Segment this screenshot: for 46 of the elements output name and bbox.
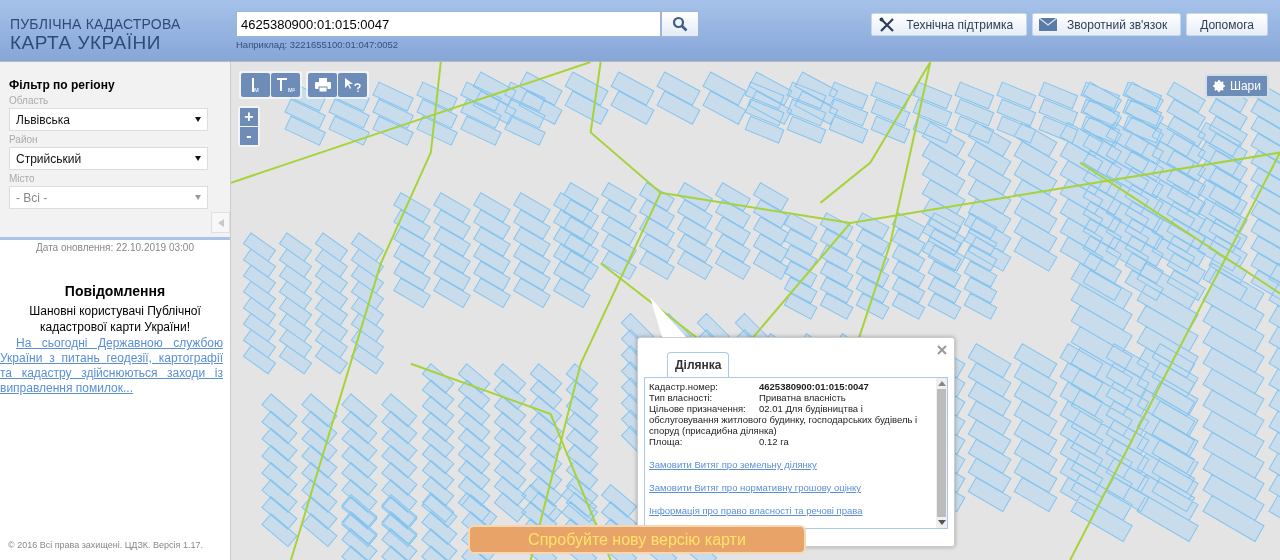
up-arrow-icon [937, 381, 946, 386]
search-hint: Наприклад: 3221655100:01:047:0052 [236, 39, 400, 50]
parcel-field: Тип власності: Приватна власність [649, 392, 932, 403]
dropdown[interactable]: Львівська [9, 108, 208, 131]
envelope-icon [1039, 18, 1058, 31]
close-button[interactable] [936, 344, 948, 356]
logo-title: ПУБЛІЧНА КАДАСТРОВА [10, 16, 182, 32]
update-date: Дата оновлення: 22.10.2019 03:00 [35, 242, 195, 253]
popup-link[interactable]: Замовити Витяг про земельну ділянку [649, 459, 932, 470]
field-label: Місто [9, 173, 36, 184]
filter-title: Фільтр по регіону [9, 78, 116, 92]
gear-icon [1212, 80, 1225, 92]
left-triangle-icon [217, 218, 224, 227]
parcel-field: Цільове призначення: 02.01 Для будівництва і обслуговування житлового будинку, господарських будівель і споруд (присадибна ділянка) [649, 403, 932, 436]
popup-link[interactable]: Замовити Витяг про нормативну грошову оцінку [649, 482, 932, 493]
parcel-field: Площа: 0.12 га [649, 436, 932, 447]
copyright: © 2016 Всі права захищені. ЦДЗК. Версія 1.17. [7, 540, 204, 552]
notice-title: Повідомлення [63, 283, 167, 299]
scrollbar[interactable] [936, 378, 947, 528]
cursor-question-icon [343, 77, 362, 93]
logo-title: КАРТА УКРАЇНИ [10, 32, 161, 54]
zoom-out-button[interactable]: - [240, 127, 258, 145]
header-button[interactable]: Технічна підтримка [871, 13, 1028, 36]
down-arrow-icon [937, 520, 946, 525]
tools-icon [878, 15, 897, 34]
search-field[interactable]: 4625380900:01:015:0047 [236, 11, 661, 37]
field-label: Область [9, 95, 50, 106]
dropdown[interactable]: Стрийський [9, 147, 208, 170]
layers-button[interactable]: Шари [1204, 74, 1269, 98]
field-label: Район [9, 134, 39, 145]
notice-link[interactable]: На сьогодні Державною службою України з питань геодезії, картографії та кадастру здійснюються заходи із виправлення помилок... [0, 336, 223, 396]
notice-greeting: Шановні користувачі Публічної кадастрової карти України! [28, 303, 202, 335]
area-icon [275, 78, 288, 92]
header-button[interactable]: Зворотний зв'язок [1032, 13, 1182, 36]
parcel-field: Кадастр.номер: 4625380900:01:015:0047 [649, 381, 932, 392]
zoom-in-button[interactable]: + [240, 108, 258, 126]
print-button[interactable] [308, 73, 337, 97]
identify-button[interactable] [338, 73, 367, 97]
ruler-icon [252, 78, 255, 92]
printer-icon [314, 78, 331, 92]
search-button[interactable] [661, 11, 699, 37]
popup-link[interactable]: Інформація про право власності та речові права [649, 505, 932, 516]
header-button[interactable]: Допомога [1186, 13, 1268, 36]
close-icon [937, 345, 947, 355]
popup-tab[interactable]: Ділянка [667, 352, 730, 377]
search-icon [672, 16, 688, 32]
